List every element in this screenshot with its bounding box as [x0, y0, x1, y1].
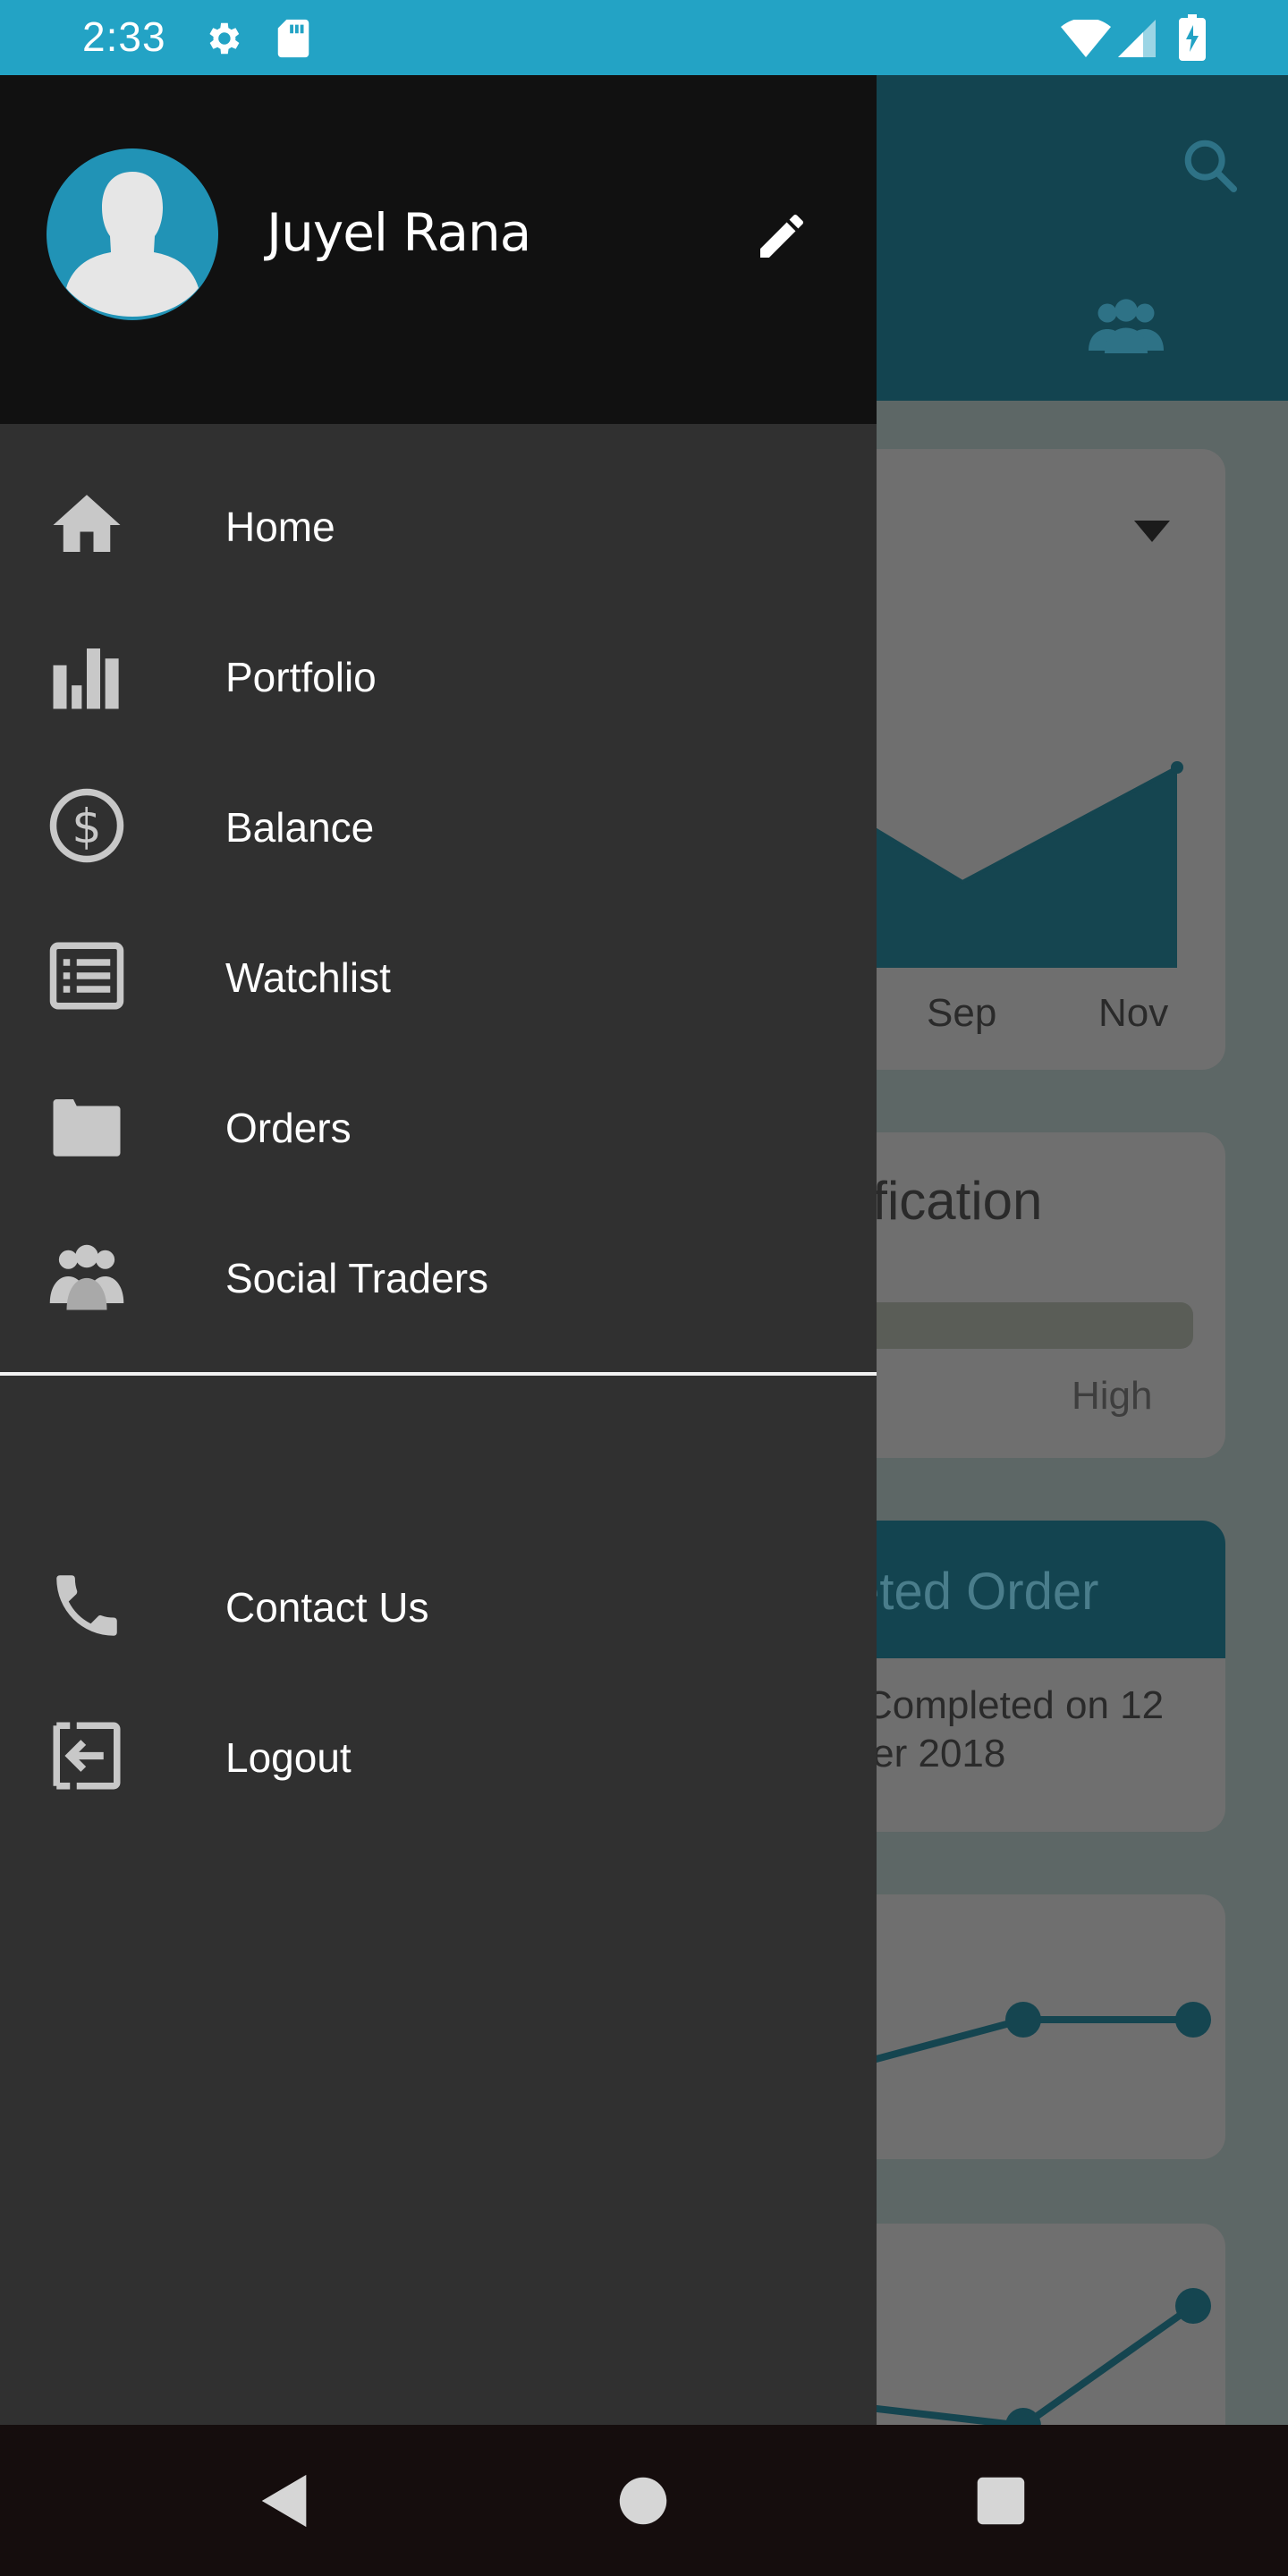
menu-label-contact-us: Contact Us	[225, 1584, 429, 1631]
menu-label-portfolio: Portfolio	[225, 654, 377, 700]
bar-chart-icon	[53, 648, 119, 709]
x-label-nov: Nov	[1098, 991, 1169, 1035]
drawer-header: Juyel Rana	[0, 75, 877, 424]
menu-item-orders[interactable]: Orders	[0, 1050, 877, 1200]
status-time: 2:33	[82, 13, 166, 60]
menu-item-contact-us[interactable]: Contact Us	[0, 1530, 877, 1680]
sd-card-icon	[277, 19, 309, 58]
menu-item-social-traders[interactable]: Social Traders	[0, 1200, 877, 1351]
completed-order-card: pleted Order Completed on 12 mber 2018	[823, 1521, 1225, 1832]
phone-icon	[56, 1575, 117, 1636]
menu-label-social-traders: Social Traders	[225, 1255, 489, 1301]
user-name: Juyel Rana	[267, 202, 531, 263]
system-nav-bar	[0, 2425, 1288, 2576]
order-line-1: Completed on 12	[864, 1683, 1165, 1727]
diversification-bar	[823, 1302, 1193, 1349]
back-icon[interactable]	[254, 2470, 317, 2532]
menu-label-balance: Balance	[225, 804, 375, 851]
menu-label-logout: Logout	[225, 1734, 352, 1781]
person-silhouette-icon	[66, 172, 199, 317]
x-label-sep: Sep	[927, 991, 997, 1035]
menu-item-portfolio[interactable]: Portfolio	[0, 599, 877, 750]
portfolio-chart-card: Sep Nov	[823, 449, 1225, 1070]
people-icon[interactable]	[1086, 295, 1166, 358]
menu-item-watchlist[interactable]: Watchlist	[0, 900, 877, 1050]
list-icon	[49, 942, 124, 1010]
menu-label-home: Home	[225, 504, 335, 550]
line-chart-card-1	[823, 1894, 1225, 2159]
battery-charging-icon	[1179, 14, 1206, 61]
menu-item-logout[interactable]: Logout	[0, 1680, 877, 1830]
dollar-circle-icon: $	[49, 788, 124, 863]
area-chart	[823, 761, 1183, 968]
logout-icon	[53, 1722, 121, 1790]
navigation-drawer: Juyel Rana Home Portfolio $ Balance Watc…	[0, 75, 877, 2425]
recents-square-icon[interactable]	[970, 2470, 1032, 2532]
pencil-icon[interactable]	[753, 208, 810, 265]
signal-icon	[1118, 20, 1156, 57]
home-circle-icon[interactable]	[612, 2470, 674, 2532]
menu-label-orders: Orders	[225, 1105, 352, 1151]
diversification-level: High	[1072, 1374, 1153, 1418]
menu-item-home[interactable]: Home	[0, 449, 877, 599]
menu-label-watchlist: Watchlist	[225, 954, 391, 1001]
home-icon	[53, 495, 121, 552]
people-icon	[49, 1244, 124, 1310]
svg-text:$: $	[72, 800, 101, 854]
folder-icon	[53, 1099, 121, 1157]
wifi-icon	[1061, 20, 1111, 57]
order-card-header: pleted Order	[823, 1521, 1225, 1658]
diversification-card: rsification High	[823, 1132, 1225, 1458]
settings-icon	[209, 22, 240, 55]
search-icon[interactable]	[1179, 134, 1241, 197]
menu-item-balance[interactable]: $ Balance	[0, 750, 877, 900]
drawer-divider	[0, 1372, 877, 1376]
avatar[interactable]	[47, 148, 218, 320]
status-bar: 2:33	[0, 0, 1288, 75]
line-chart-1	[823, 2002, 1211, 2077]
